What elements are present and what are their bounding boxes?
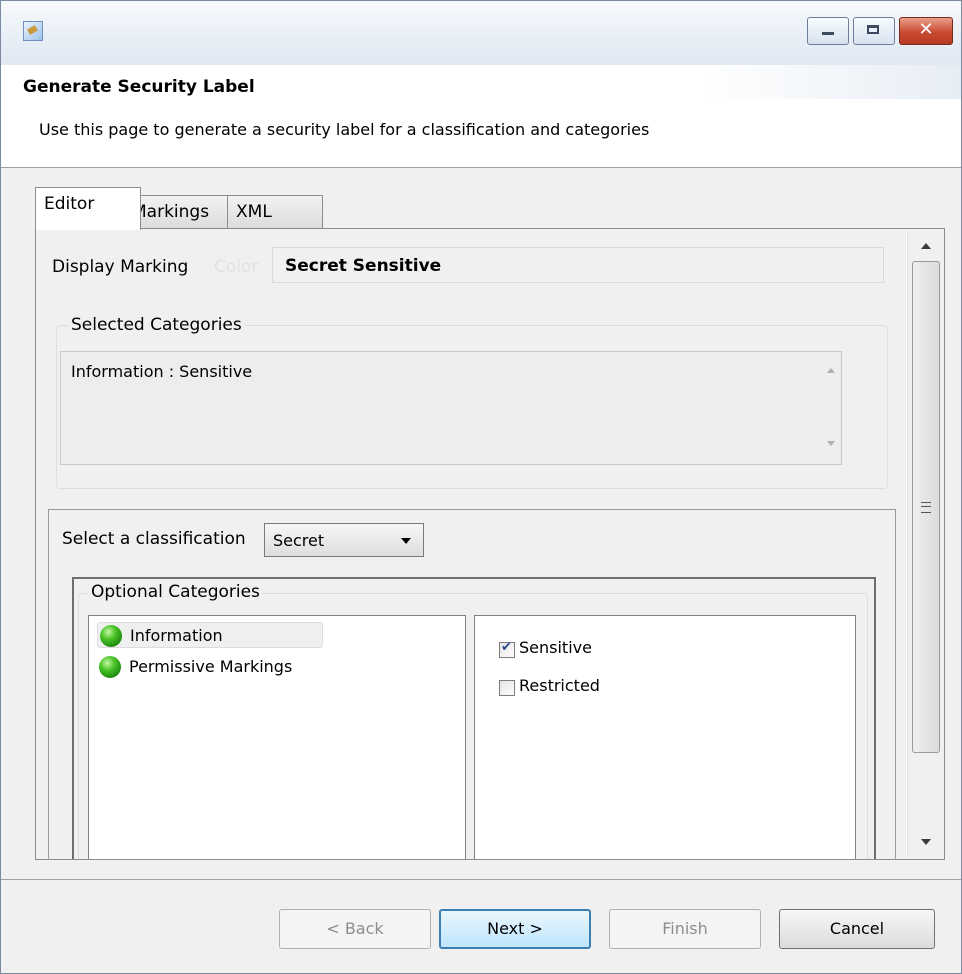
display-marking-field: Secret Sensitive <box>272 247 884 283</box>
tab-xml[interactable]: XML <box>227 195 323 228</box>
editor-panel: Display Marking Color Secret Sensitive S… <box>35 228 945 860</box>
sensitive-label: Sensitive <box>519 638 592 657</box>
restricted-label: Restricted <box>519 676 600 695</box>
selected-categories-legend: Selected Categories <box>68 315 245 335</box>
minimize-icon <box>822 32 834 35</box>
classification-dropdown[interactable]: Secret <box>264 523 424 557</box>
panel-scrollbar[interactable] <box>907 229 944 859</box>
tree-item-label: Information <box>130 626 223 645</box>
scroll-down-icon[interactable] <box>921 839 931 845</box>
page-description: Use this page to generate a security lab… <box>39 120 650 139</box>
category-tree: Information Permissive Markings <box>88 615 466 859</box>
window-controls: ✕ <box>807 17 953 45</box>
chevron-down-icon <box>401 538 411 544</box>
list-scrollbar[interactable] <box>821 352 841 462</box>
wizard-banner: Generate Security Label Use this page to… <box>1 65 961 168</box>
page-title: Generate Security Label <box>23 77 255 97</box>
scroll-down-icon[interactable] <box>827 441 835 446</box>
sensitive-checkbox[interactable] <box>499 640 515 658</box>
green-orb-icon <box>100 625 122 647</box>
selected-categories-list[interactable]: Information : Sensitive <box>60 351 842 465</box>
banner-gradient <box>701 65 961 99</box>
finish-button[interactable]: Finish <box>609 909 761 949</box>
wizard-icon <box>23 21 43 41</box>
next-button[interactable]: Next > <box>439 909 591 949</box>
tab-editor[interactable]: Editor <box>35 187 141 230</box>
green-orb-icon <box>99 656 121 678</box>
scroll-thumb[interactable] <box>912 261 940 753</box>
display-marking-label: Display Marking <box>52 257 189 277</box>
scroll-up-icon[interactable] <box>827 368 835 373</box>
minimize-button[interactable] <box>807 17 849 45</box>
title-bar[interactable]: ✕ <box>1 1 961 65</box>
close-icon: ✕ <box>918 19 934 40</box>
optional-categories-legend: Optional Categories <box>88 582 263 602</box>
classification-value: Secret <box>273 531 325 550</box>
editor-content: Display Marking Color Secret Sensitive S… <box>36 229 906 859</box>
tree-item-information[interactable]: Information <box>97 622 323 648</box>
maximize-button[interactable] <box>853 17 895 45</box>
color-label: Color <box>214 257 259 277</box>
grip-icon <box>921 502 931 513</box>
dialog-window: ✕ Generate Security Label Use this page … <box>0 0 962 974</box>
scroll-up-icon[interactable] <box>921 243 931 249</box>
close-button[interactable]: ✕ <box>899 17 953 45</box>
tree-item-permissive-markings[interactable]: Permissive Markings <box>97 654 292 680</box>
tree-item-label: Permissive Markings <box>129 657 293 676</box>
category-values-pane: Sensitive Restricted <box>474 615 856 859</box>
list-item: Information : Sensitive <box>71 362 253 381</box>
classification-label: Select a classification <box>62 529 246 549</box>
footer-divider <box>1 879 961 880</box>
back-button[interactable]: < Back <box>279 909 431 949</box>
restricted-checkbox[interactable] <box>499 680 515 696</box>
cancel-button[interactable]: Cancel <box>779 909 935 949</box>
maximize-icon <box>867 25 879 34</box>
